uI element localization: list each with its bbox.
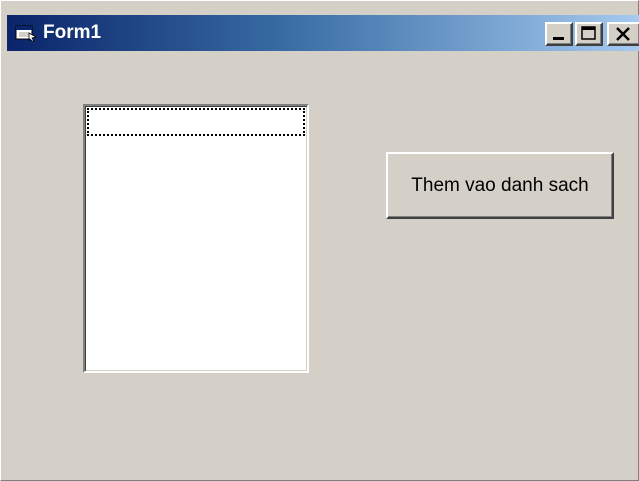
- window-title: Form1: [43, 22, 102, 43]
- list-box[interactable]: [83, 104, 309, 373]
- minimize-button[interactable]: [545, 22, 573, 46]
- close-icon: [616, 27, 630, 41]
- maximize-button[interactable]: [575, 22, 603, 46]
- list-focus-item[interactable]: [87, 108, 305, 136]
- close-button[interactable]: [607, 22, 639, 46]
- title-bar[interactable]: Form1: [7, 15, 639, 51]
- maximize-icon: [581, 26, 596, 40]
- minimize-icon: [553, 37, 564, 40]
- add-to-list-button[interactable]: Them vao danh sach: [386, 152, 614, 219]
- form-window-icon[interactable]: [15, 24, 38, 42]
- form1-window: Form1 Them vao danh sach: [0, 0, 639, 481]
